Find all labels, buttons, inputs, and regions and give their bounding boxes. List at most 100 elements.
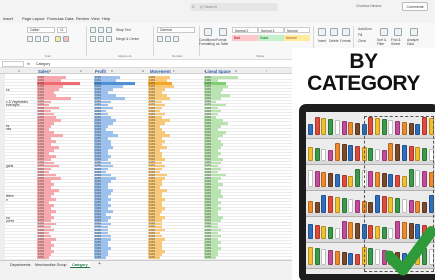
shelf-product xyxy=(348,122,354,135)
shelf-product xyxy=(314,117,320,135)
header-sales[interactable]: Sales xyxy=(38,69,49,74)
row-label[interactable]: yores xyxy=(6,219,14,223)
profit-value[interactable]: 0.0% xyxy=(95,256,101,259)
shelf-product xyxy=(354,169,360,187)
format-as-table-button[interactable]: Format as Table xyxy=(216,38,230,46)
number-format-select[interactable]: General xyxy=(157,27,195,33)
menu-review[interactable]: Review xyxy=(76,16,89,21)
shelf-product xyxy=(321,249,327,265)
style-normal-3[interactable]: Normal 3 xyxy=(258,27,284,33)
row-label[interactable]: everages xyxy=(6,103,20,107)
orientation-icon[interactable] xyxy=(106,27,112,33)
row-label[interactable]: garts xyxy=(6,164,13,168)
user-name[interactable]: Chomba Nkoma xyxy=(356,4,381,8)
column-header-e[interactable]: E xyxy=(142,69,144,73)
movement-value[interactable]: 0.0% xyxy=(149,256,155,259)
percent-icon[interactable] xyxy=(165,36,171,42)
fill-color-icon[interactable] xyxy=(55,36,61,42)
comma-icon[interactable] xyxy=(173,36,179,42)
row-label[interactable]: e xyxy=(6,198,8,202)
shelf-product xyxy=(314,248,320,265)
shelf-product xyxy=(308,201,313,213)
header-profit[interactable]: Profit xyxy=(95,69,106,74)
column-header-i[interactable]: I xyxy=(266,69,267,73)
insert-cells-button[interactable]: Insert xyxy=(318,39,326,43)
style-good[interactable]: Good xyxy=(258,35,284,41)
font-color-icon[interactable] xyxy=(63,36,69,42)
comments-button[interactable]: Comments xyxy=(402,2,428,11)
find-select-icon[interactable] xyxy=(394,28,402,36)
formula-input[interactable]: Category xyxy=(36,62,50,66)
fx-icon[interactable]: fx xyxy=(27,61,30,66)
format-cells-button[interactable]: Format xyxy=(340,39,350,43)
column-header-a[interactable]: A xyxy=(18,69,20,73)
fill-button[interactable]: Fill xyxy=(358,33,362,37)
row-label[interactable]: oks xyxy=(6,127,11,131)
menu-formulas[interactable]: Formulas xyxy=(47,16,64,21)
currency-icon[interactable] xyxy=(157,36,163,42)
conditional-formatting-icon[interactable] xyxy=(204,28,212,36)
column-header-h[interactable]: H xyxy=(235,69,237,73)
sort-filter-icon[interactable] xyxy=(380,28,388,36)
overlay-heading-line2: CATEGORY xyxy=(307,72,420,95)
sort-filter-button[interactable]: Sort & Filter xyxy=(377,38,391,46)
row-label[interactable]: es xyxy=(6,88,9,92)
shelf-product xyxy=(314,171,320,187)
shelf-product xyxy=(334,197,340,213)
shelf-product xyxy=(354,200,360,213)
bold-icon[interactable] xyxy=(27,36,33,42)
style-neutral[interactable]: Neutral xyxy=(284,35,310,41)
style-normal[interactable]: Normal xyxy=(284,27,310,33)
shelf-product xyxy=(321,195,327,213)
shelf-product xyxy=(354,223,360,239)
align-middle-icon[interactable] xyxy=(98,27,104,33)
delete-cells-icon[interactable] xyxy=(330,28,338,36)
header-lineal-space[interactable]: Lineal Space xyxy=(205,69,231,74)
analyze-data-icon[interactable] xyxy=(410,28,418,36)
search-input[interactable]: ⌕ Q Search xyxy=(190,3,278,11)
menu-help[interactable]: Help xyxy=(102,16,110,21)
insert-cells-icon[interactable] xyxy=(318,28,326,36)
shelf-product xyxy=(308,247,313,265)
shelf-product xyxy=(328,173,334,187)
column-header-f[interactable]: F xyxy=(173,69,175,73)
menu-page-layout[interactable]: Page Layout xyxy=(22,16,44,21)
align-left-icon[interactable] xyxy=(90,36,96,42)
merge-center-button[interactable]: Merge & Center xyxy=(116,37,139,41)
find-select-button[interactable]: Find & Select xyxy=(391,38,405,46)
align-center-icon[interactable] xyxy=(98,36,104,42)
column-header-c[interactable]: C xyxy=(80,69,82,73)
underline-icon[interactable] xyxy=(43,36,49,42)
style-normal-2[interactable]: Normal 2 xyxy=(232,27,258,33)
italic-icon[interactable] xyxy=(35,36,41,42)
autosum-button[interactable]: AutoSum xyxy=(358,27,372,31)
analyze-data-button[interactable]: Analyze Data xyxy=(407,38,423,46)
menu-view[interactable]: View xyxy=(91,16,100,21)
align-right-icon[interactable] xyxy=(106,36,112,42)
name-box[interactable] xyxy=(2,61,24,67)
delete-cells-button[interactable]: Delete xyxy=(329,39,339,43)
format-cells-icon[interactable] xyxy=(342,28,350,36)
header-movement[interactable]: Movement xyxy=(150,69,171,74)
shelf-product xyxy=(348,176,354,187)
add-sheet-button[interactable]: + xyxy=(98,261,101,267)
menu-data[interactable]: Data xyxy=(65,16,73,21)
column-header-d[interactable]: D xyxy=(111,69,113,73)
shelf-product xyxy=(314,148,320,161)
group-label-styles: Styles xyxy=(256,54,265,58)
ribbon-separator xyxy=(86,26,87,56)
sales-value[interactable]: 0.0% xyxy=(38,256,44,259)
font-name-select[interactable]: Calibri xyxy=(27,27,55,33)
menu-insert[interactable]: Insert xyxy=(3,16,13,21)
style-bad[interactable]: Bad xyxy=(232,35,258,41)
format-as-table-icon[interactable] xyxy=(219,28,227,36)
lineal-space-value[interactable]: 0.0% xyxy=(205,256,211,259)
column-header-b[interactable]: B xyxy=(49,69,51,73)
shelf-product xyxy=(328,250,334,265)
align-top-icon[interactable] xyxy=(90,27,96,33)
shelf-product xyxy=(348,222,354,239)
font-size-select[interactable]: 11 xyxy=(57,27,67,33)
clear-button[interactable]: Clear xyxy=(358,39,366,43)
shelf-product xyxy=(308,224,313,239)
wrap-text-button[interactable]: Wrap Text xyxy=(116,28,131,32)
